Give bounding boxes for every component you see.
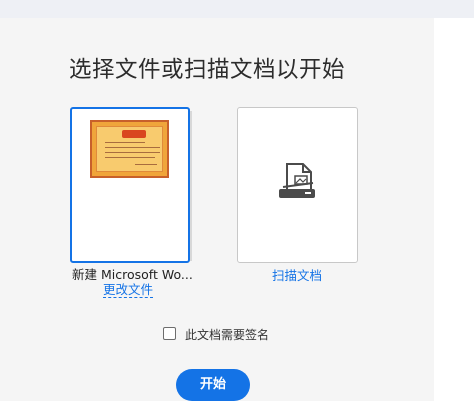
scanner-icon	[279, 163, 315, 198]
document-file-name: 新建 Microsoft Wo...	[72, 267, 193, 282]
start-button[interactable]: 开始	[176, 369, 250, 401]
document-card[interactable]	[70, 107, 192, 263]
certificate-heading-mark	[122, 130, 146, 138]
right-gutter	[434, 18, 474, 401]
signature-required-label: 此文档需要签名	[185, 328, 270, 342]
signature-required-checkbox[interactable]	[163, 327, 176, 340]
page-title: 选择文件或扫描文档以开始	[69, 57, 346, 83]
certificate-image	[96, 126, 163, 172]
document-thumbnail	[90, 120, 169, 178]
card-edge	[190, 111, 192, 261]
thumbnail-text-line	[105, 142, 145, 143]
top-bar	[0, 0, 474, 18]
thumbnail-text-line	[135, 164, 157, 165]
scan-card[interactable]	[237, 107, 358, 263]
scan-document-link[interactable]: 扫描文档	[272, 265, 322, 284]
thumbnail-text-line	[105, 152, 160, 153]
thumbnail-text-line	[105, 147, 160, 148]
change-file-link[interactable]: 更改文件	[103, 282, 154, 298]
thumbnail-text-line	[105, 157, 155, 158]
